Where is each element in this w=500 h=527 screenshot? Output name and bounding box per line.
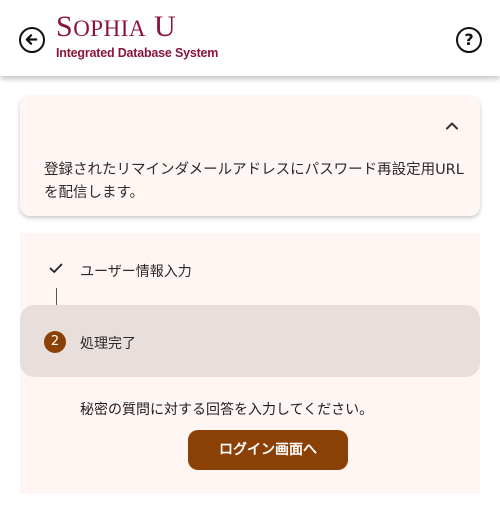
question-circle-icon: ? <box>464 30 474 49</box>
logo-title: SOPHIA U <box>56 10 177 43</box>
step-complete: 2 処理完了 <box>20 305 480 377</box>
logo-subtitle: Integrated Database System <box>56 46 219 60</box>
info-card: 登録されたリマインダメールアドレスにパスワード再設定用URLを配信します。 <box>20 96 480 216</box>
step-user-info: ユーザー情報入力 <box>20 251 480 291</box>
arrow-left-circle-icon <box>25 34 38 45</box>
collapse-button[interactable] <box>442 116 462 136</box>
info-message: 登録されたリマインダメールアドレスにパスワード再設定用URLを配信します。 <box>44 162 464 201</box>
login-screen-button[interactable]: ログイン画面へ <box>188 430 348 470</box>
sophia-logo: SOPHIA U Integrated Database System <box>56 10 219 61</box>
stepper: ユーザー情報入力 2 処理完了 秘密の質問に対する回答を入力してください。 ログ… <box>20 233 480 494</box>
app-header: SOPHIA U Integrated Database System ? <box>0 0 500 76</box>
step-label: 処理完了 <box>80 336 136 352</box>
chevron-up-icon <box>446 122 458 130</box>
instruction-text: 秘密の質問に対する回答を入力してください。 <box>80 402 374 418</box>
back-button[interactable] <box>19 27 45 53</box>
help-button[interactable]: ? <box>456 27 482 53</box>
step-number-badge: 2 <box>44 331 66 353</box>
check-icon <box>49 263 63 273</box>
step-label: ユーザー情報入力 <box>80 264 192 280</box>
